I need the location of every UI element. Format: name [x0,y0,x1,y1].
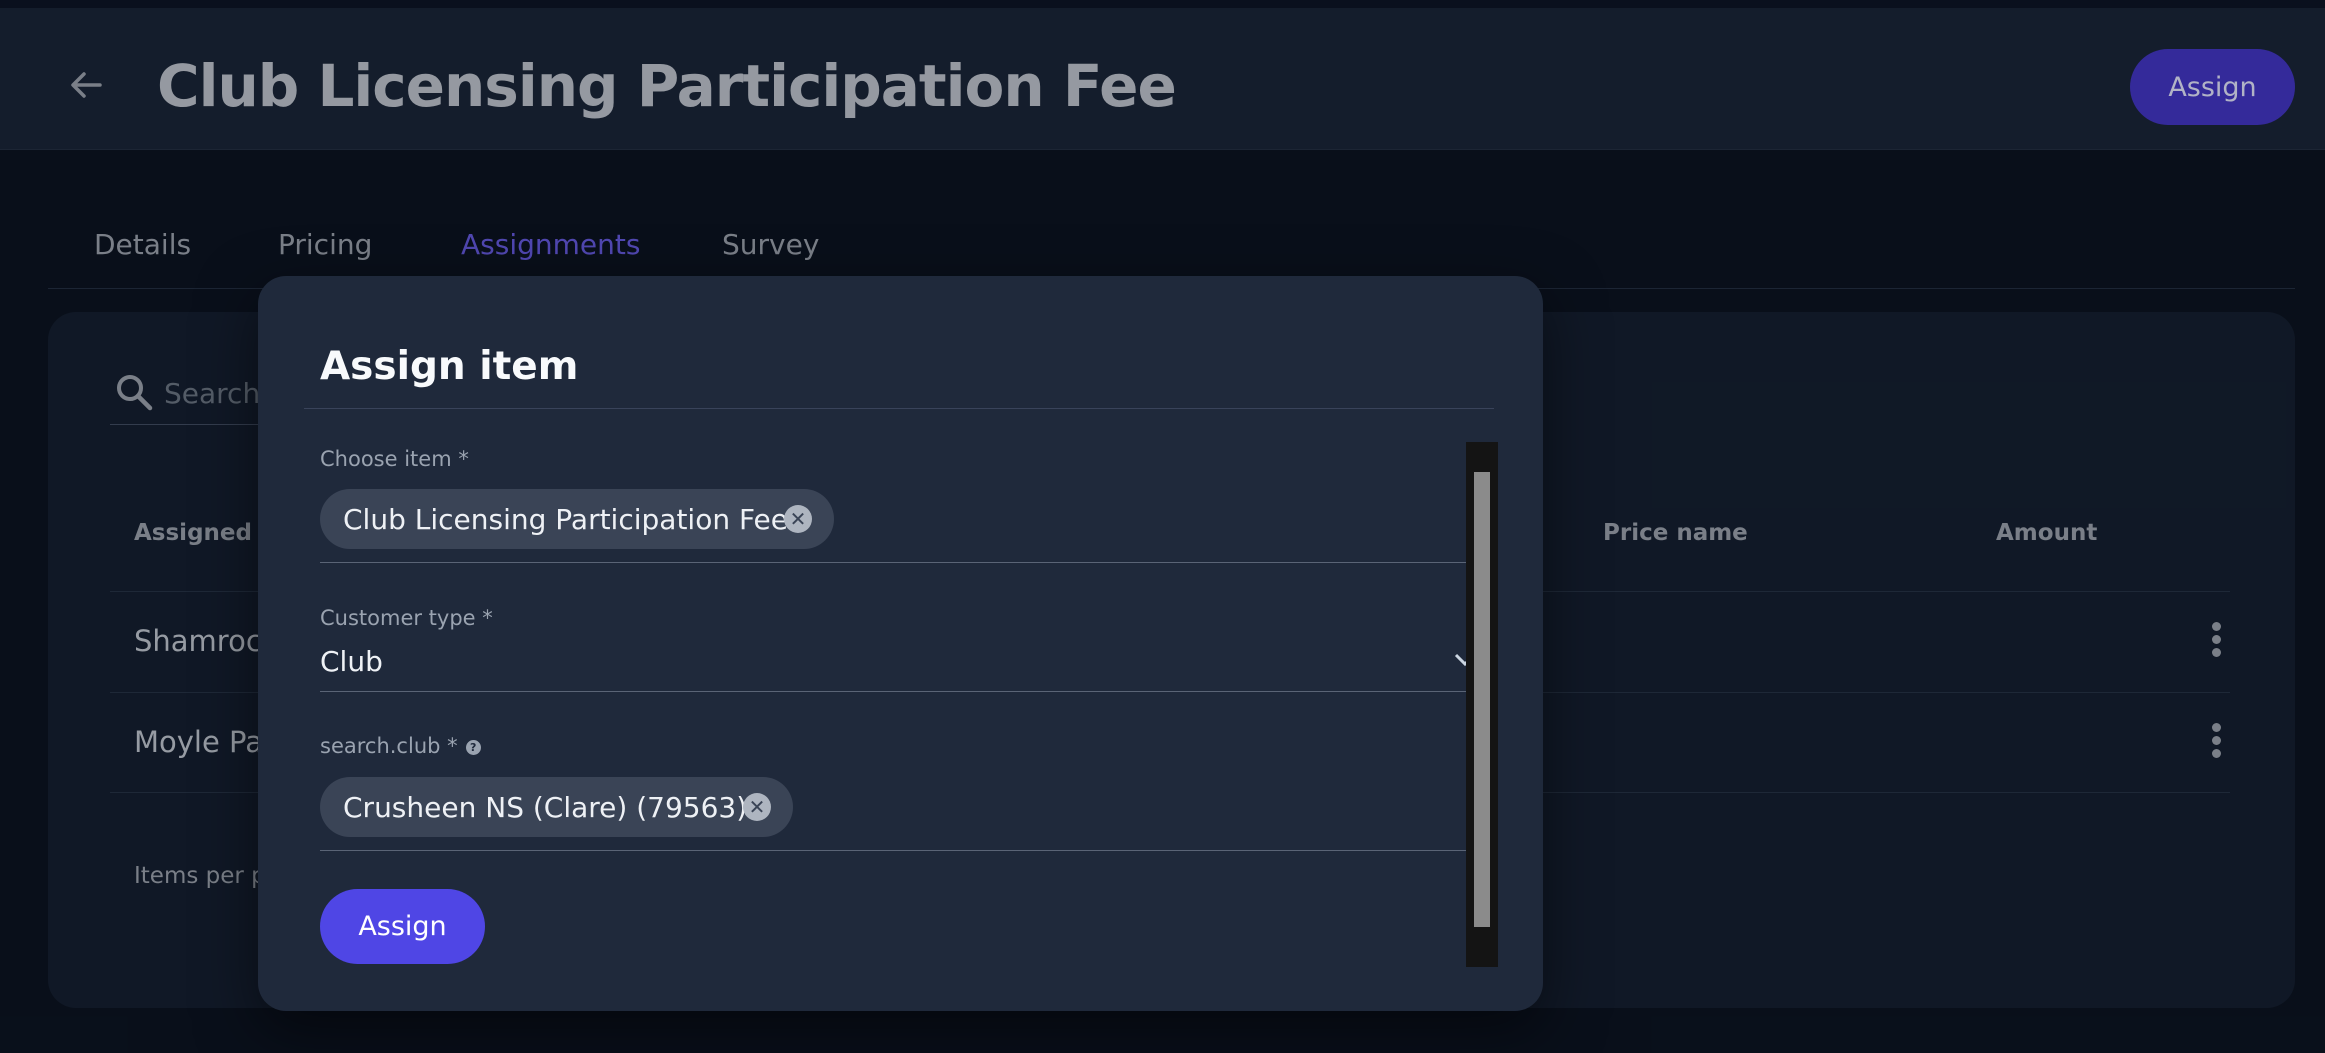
selected-item-chip[interactable]: Club Licensing Participation Fee ✕ [320,489,834,549]
customer-type-select[interactable]: Club [320,645,383,678]
remove-chip-icon[interactable]: ✕ [784,505,812,533]
help-icon[interactable]: ? [465,740,481,755]
choose-item-underline [320,562,1469,563]
search-club-underline [320,850,1469,851]
choose-item-label: Choose item * [320,447,469,471]
assign-item-dialog: Assign item Choose item * Club Licensing… [258,276,1543,1011]
customer-type-label: Customer type * [320,606,493,630]
dialog-divider [304,408,1494,409]
dialog-assign-button[interactable]: Assign [320,889,485,964]
remove-chip-icon[interactable]: ✕ [743,793,771,821]
selected-club-chip[interactable]: Crusheen NS (Clare) (79563) ✕ [320,777,793,837]
scrollbar-thumb[interactable] [1474,472,1490,927]
customer-type-underline [320,691,1469,692]
selected-club-chip-label: Crusheen NS (Clare) (79563) [343,790,748,824]
dialog-title: Assign item [320,344,579,389]
search-club-label-text: search.club * [320,734,458,758]
selected-item-chip-label: Club Licensing Participation Fee [343,502,789,536]
scrollbar[interactable] [1466,442,1498,967]
search-club-label: search.club *? [320,734,481,758]
